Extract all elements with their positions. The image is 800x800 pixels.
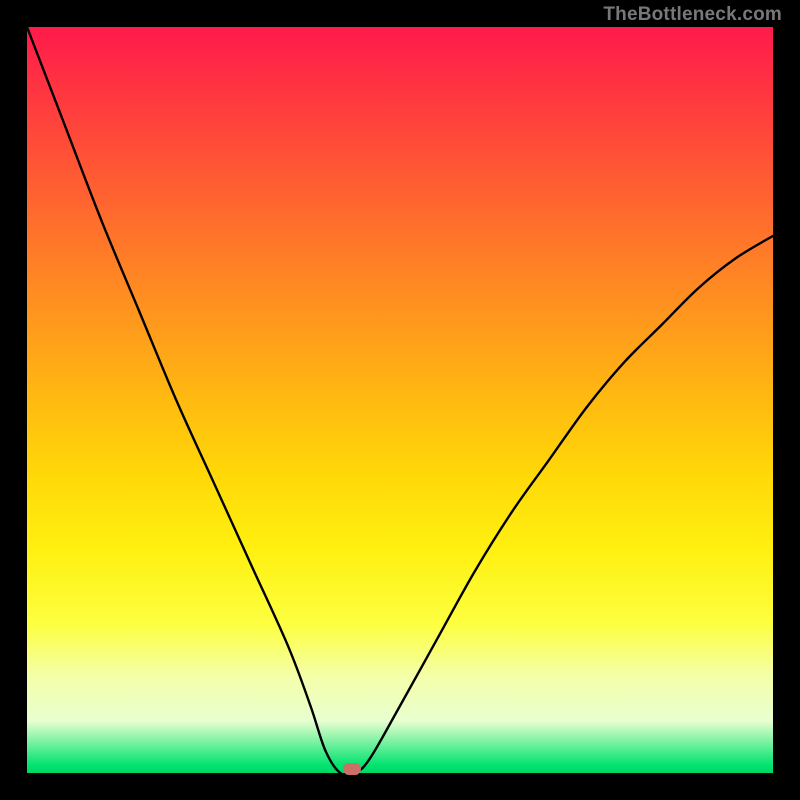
optimal-point-marker xyxy=(343,763,361,775)
chart-container: TheBottleneck.com xyxy=(0,0,800,800)
watermark-text: TheBottleneck.com xyxy=(603,4,782,26)
bottleneck-curve xyxy=(27,27,773,773)
